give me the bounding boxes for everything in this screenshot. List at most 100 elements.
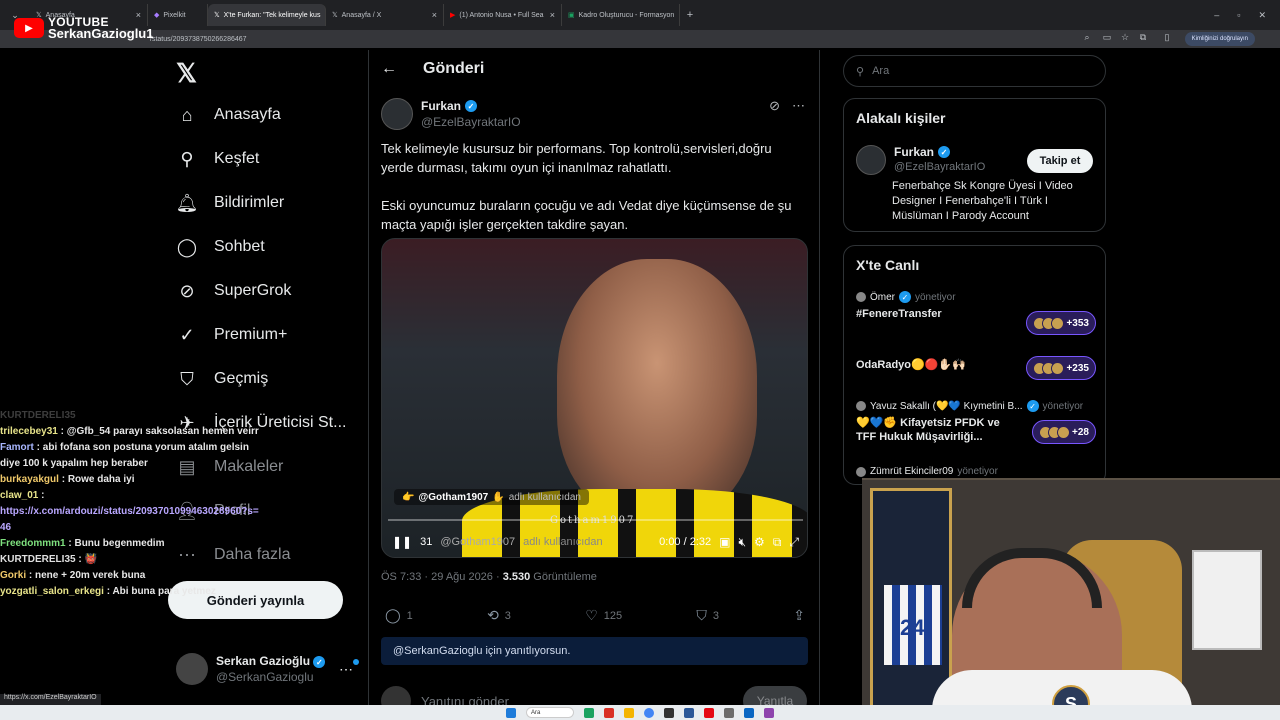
cast-icon[interactable]: ▭ [1100, 32, 1114, 46]
search-placeholder: Ara [872, 65, 890, 77]
youtube-logo-icon: ▶ [14, 18, 44, 38]
chat-user: burkayakgul [0, 474, 59, 485]
grok-icon[interactable]: ⊘ [769, 98, 780, 114]
live-space-item[interactable]: Zümrüt Ekinciler09 yönetiyor [856, 466, 1096, 477]
windows-start-icon[interactable] [506, 707, 516, 718]
account-handle: @SerkanGazioglu [216, 670, 314, 685]
app-icon[interactable] [584, 707, 594, 718]
browser-tab[interactable]: 𝕏 Anasayfa / X × [326, 4, 444, 26]
maximize-icon[interactable]: ▫ [1237, 10, 1240, 21]
related-handle[interactable]: @EzelBayraktarIO [894, 161, 985, 173]
nav-item-supergrok[interactable]: ⊘ SuperGrok [176, 280, 291, 302]
sidebar-icon[interactable]: ▯ [1160, 32, 1174, 46]
share-icon: ⇪ [793, 607, 805, 623]
chat-text: Bunu begenmedim [74, 538, 165, 549]
post-author[interactable]: Furkan ✓ @EzelBayraktarIO [381, 98, 521, 130]
listener-count: +28 [1072, 426, 1089, 438]
browser-tab[interactable]: ◆ Pixelkit [148, 4, 208, 26]
url-field[interactable]: /status/2093738750266286467 [150, 36, 247, 43]
reply-button[interactable]: ◯ 1 [385, 607, 413, 624]
close-icon[interactable]: × [550, 10, 555, 20]
space-host: Yavuz Sakallı (💛💙 Kıymetini B... [870, 400, 1023, 412]
app-icon[interactable] [664, 707, 674, 718]
nav-item-explore[interactable]: ⚲ Keşfet [176, 148, 259, 170]
chat-user: trilecebey31 [0, 426, 58, 437]
zoom-icon[interactable]: ⌕ [1080, 32, 1094, 46]
close-window-icon[interactable]: ✕ [1258, 10, 1266, 21]
minimize-icon[interactable]: – [1214, 10, 1219, 21]
watermark-handle: @Gotham1907 [418, 491, 489, 503]
taskbar-search[interactable]: Ara [526, 707, 574, 718]
close-icon[interactable]: × [432, 10, 437, 20]
search-icon: ⚲ [856, 65, 865, 78]
windows-taskbar: Ara [0, 705, 1280, 720]
browser-tab[interactable]: ▣Kadro Oluşturucu - Formasyon× [562, 4, 680, 26]
nav-item-premium[interactable]: ✓ Premium+ [176, 324, 287, 346]
space-host: Zümrüt Ekinciler09 [870, 466, 954, 477]
video-time: 0:00 / 2:32 [659, 536, 712, 548]
author-name[interactable]: Furkan ✓ [421, 99, 521, 113]
author-avatar[interactable] [381, 98, 413, 130]
tab-label: (1) Antonio Nusa • Full Sea [459, 11, 544, 19]
like-button[interactable]: ♡ 125 [585, 607, 622, 624]
pause-icon[interactable]: ❚❚ [392, 535, 412, 549]
nav-label: Premium+ [214, 326, 288, 343]
video-player[interactable]: 👉 @Gotham1907 ✋ adlı kullanıcıdan Gotham190… [381, 238, 808, 558]
chat-message: Famort : abi fofana son postuna yorum at… [0, 442, 249, 469]
back-arrow-icon[interactable]: ← [381, 60, 397, 78]
app-icon[interactable] [624, 707, 634, 718]
browser-tab[interactable]: ▶ (1) Antonio Nusa • Full Sea × [444, 4, 562, 26]
browser-tab-active[interactable]: 𝕏X'te Furkan: "Tek kelimeyle kus× [208, 4, 326, 26]
app-icon[interactable] [724, 707, 734, 718]
live-space-item[interactable]: Yavuz Sakallı (💛💙 Kıymetini B... ✓ yönetiy… [856, 400, 1096, 444]
chrome-icon[interactable] [644, 707, 654, 718]
home-icon: ⌂ [181, 104, 193, 125]
x-logo-icon[interactable]: 𝕏 [176, 58, 197, 89]
space-host: Ömer [870, 291, 895, 303]
related-person[interactable]: Furkan ✓ @EzelBayraktarIO [856, 145, 985, 175]
avatar[interactable] [856, 145, 886, 175]
chat-text: @Gfb_54 parayı saksolasan hemen veirr [66, 426, 259, 437]
video-progress-bar[interactable] [388, 519, 803, 521]
follow-button[interactable]: Takip et [1027, 149, 1093, 173]
heart-icon: ♡ [585, 607, 598, 623]
live-space-item[interactable]: OdaRadyo🟡🔴✋🏻🙌🏻 +235 [856, 354, 1096, 380]
bookmark-star-icon[interactable]: ☆ [1118, 32, 1132, 46]
more-icon[interactable]: ⋯ [339, 661, 353, 678]
app-icon[interactable] [684, 707, 694, 718]
nav-label: Geçmiş [214, 370, 269, 387]
new-tab-button[interactable]: + [680, 9, 700, 21]
verified-badge-icon: ✓ [465, 100, 478, 112]
pip-icon[interactable]: ⧉ [773, 535, 782, 550]
related-name[interactable]: Furkan ✓ [894, 145, 985, 159]
app-icon[interactable] [604, 707, 614, 718]
nav-item-chat[interactable]: ◯ Sohbet [176, 236, 265, 258]
fullscreen-icon[interactable]: ⤢ [789, 535, 799, 550]
author-handle[interactable]: @EzelBayraktarIO [421, 115, 521, 129]
nav-item-bookmarks[interactable]: ⛉ Geçmiş [176, 368, 268, 390]
app-icon[interactable] [744, 707, 754, 718]
captions-icon[interactable]: ▣ [719, 535, 730, 549]
settings-icon[interactable]: ⚙ [754, 535, 765, 549]
search-input[interactable]: ⚲ Ara [843, 55, 1106, 87]
share-button[interactable]: ⇪ [793, 607, 805, 624]
bookmark-icon: ⛉ [696, 607, 707, 623]
app-icon[interactable] [704, 707, 714, 718]
repost-button[interactable]: ⟲ 3 [487, 607, 511, 624]
tactics-board [1192, 550, 1262, 650]
chat-message: burkayakgul : Rowe daha iyi [0, 474, 135, 485]
mute-icon[interactable]: 🔇︎ [738, 535, 746, 550]
more-icon[interactable]: ⋯ [792, 98, 805, 114]
verify-identity-button[interactable]: Kimliğinizi doğrulayın [1184, 32, 1255, 46]
bookmark-button[interactable]: ⛉ 3 [696, 607, 719, 624]
nav-item-home[interactable]: ⌂ Anasayfa [176, 104, 281, 126]
live-space-item[interactable]: Ömer ✓ yönetiyor #FenereTransfer +353 [856, 291, 1096, 335]
jersey-number: 24 [900, 615, 925, 640]
nav-item-notifications[interactable]: 🔔︎ Bildirimler [176, 192, 285, 214]
chat-message: Freedommm1 : Bunu begenmedim [0, 538, 165, 549]
nav-label: SuperGrok [214, 282, 292, 299]
account-switcher[interactable]: Serkan Gazioğlu ✓ @SerkanGazioglu ⋯ [176, 653, 361, 685]
chat-text: abi fofana son postuna yorum atalım gels… [0, 442, 249, 469]
extensions-icon[interactable]: ⧉ [1136, 32, 1150, 46]
app-icon[interactable] [764, 707, 774, 718]
